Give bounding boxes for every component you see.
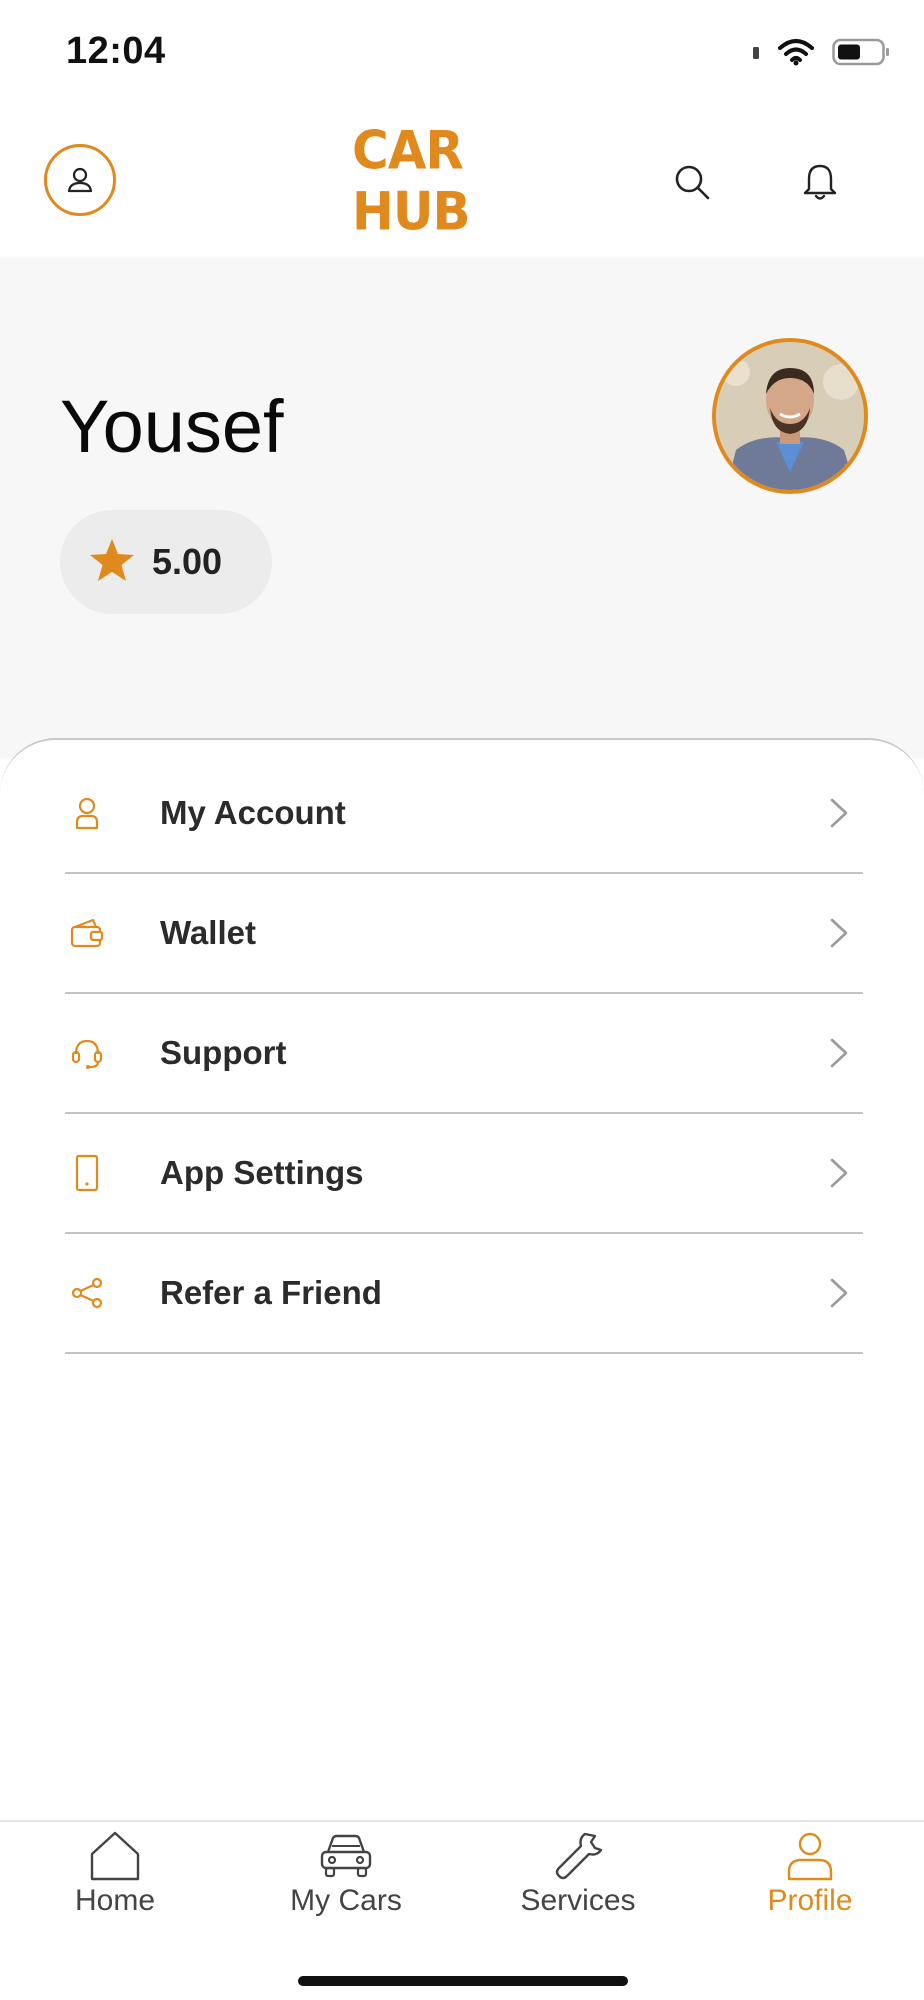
menu-label-wallet: Wallet (160, 914, 256, 951)
status-icons (752, 38, 890, 71)
brand-logo: CAR HUB (352, 120, 524, 242)
home-icon (85, 1830, 145, 1882)
nav-label-home: Home (74, 1884, 156, 1917)
profile-screen: 12:04 CAR HUB Yousef 5.00 My Account Wal… (0, 0, 924, 2000)
menu-label-my-account: My Account (160, 794, 346, 831)
nav-label-my-cars: My Cars (290, 1884, 402, 1917)
menu-label-refer-a-friend: Refer a Friend (160, 1274, 382, 1311)
profile-icon (780, 1830, 840, 1882)
wrench-icon (548, 1830, 608, 1882)
menu-item-my-account[interactable]: My Account (65, 754, 863, 874)
chevron-right-icon (825, 1035, 853, 1071)
menu-label-support: Support (160, 1034, 287, 1071)
menu-item-app-settings[interactable]: App Settings (65, 1114, 863, 1234)
chevron-right-icon (825, 1155, 853, 1191)
user-name: Yousef (60, 385, 284, 468)
profile-photo[interactable] (712, 338, 868, 494)
nav-label-services: Services (520, 1884, 636, 1917)
bell-icon[interactable] (796, 158, 844, 206)
chevron-right-icon (825, 1275, 853, 1311)
headset-icon (65, 1031, 109, 1075)
nav-services[interactable]: Services (488, 1830, 668, 1930)
rating-value: 5.00 (152, 541, 223, 582)
chevron-right-icon (825, 915, 853, 951)
user-icon (65, 791, 109, 835)
nav-label-profile: Profile (767, 1884, 853, 1917)
nav-profile[interactable]: Profile (720, 1830, 900, 1930)
app-header: CAR HUB (0, 110, 924, 258)
wallet-icon (65, 911, 109, 955)
bottom-nav: Home My Cars Services Profile (0, 1820, 924, 1930)
menu-item-support[interactable]: Support (65, 994, 863, 1114)
share-icon (65, 1271, 109, 1315)
menu-item-wallet[interactable]: Wallet (65, 874, 863, 994)
phone-icon (65, 1151, 109, 1195)
menu-label-app-settings: App Settings (160, 1154, 364, 1191)
menu-card: My Account Wallet Support App Settings R… (0, 738, 924, 1820)
settings-menu: My Account Wallet Support App Settings R… (65, 754, 863, 1354)
signal-icon (752, 44, 760, 65)
nav-my-cars[interactable]: My Cars (256, 1830, 436, 1930)
user-circle-icon[interactable] (44, 144, 116, 216)
rating-badge: 5.00 (60, 510, 272, 614)
profile-hero: Yousef 5.00 (0, 258, 924, 758)
wifi-icon (778, 38, 814, 71)
brand-name: CAR HUB (352, 120, 471, 242)
nav-home[interactable]: Home (25, 1830, 205, 1930)
car-icon (316, 1830, 376, 1882)
star-icon (88, 537, 136, 588)
chevron-right-icon (825, 795, 853, 831)
menu-item-refer-a-friend[interactable]: Refer a Friend (65, 1234, 863, 1354)
home-indicator[interactable] (298, 1976, 628, 1986)
battery-icon (832, 38, 890, 71)
status-time: 12:04 (66, 30, 166, 72)
search-icon[interactable] (668, 158, 716, 206)
status-bar: 12:04 (0, 0, 924, 110)
